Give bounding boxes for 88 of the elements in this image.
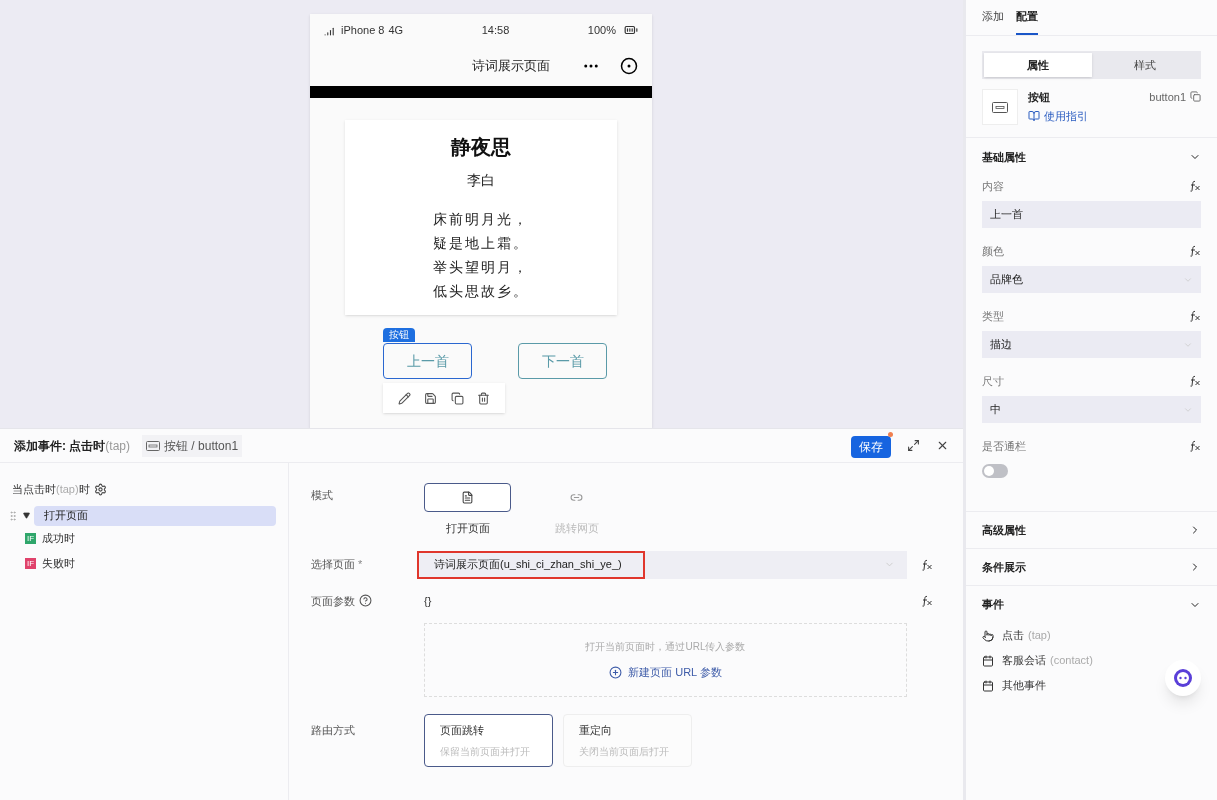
expand-caret-icon[interactable] [23, 512, 30, 519]
expand-icon[interactable] [907, 439, 920, 452]
section-header[interactable]: 事件 [982, 586, 1201, 623]
poem-line: 床前明月光， [433, 210, 529, 229]
component-id: button1 [1149, 90, 1186, 105]
section-header[interactable]: 条件展示 [966, 549, 1217, 586]
function-icon[interactable] [1189, 180, 1201, 192]
event-item[interactable]: 点击 (tap) [982, 623, 1051, 648]
function-icon[interactable] [1189, 440, 1201, 452]
tree-item[interactable]: 打开页面 [34, 505, 276, 526]
field-label: 路由方式 [311, 723, 356, 738]
panel-title: 添加事件: 点击时 [14, 437, 106, 455]
book-icon [1028, 109, 1040, 122]
save-button[interactable]: 保存 [851, 435, 891, 458]
select-field[interactable]: 描边 [982, 331, 1201, 358]
field-label: 内容 [982, 178, 1004, 194]
page-icon [461, 491, 474, 504]
component-name: 按钮 [1028, 90, 1051, 105]
page-title: 诗词展示页面 [472, 57, 550, 76]
condition-badge: IF [25, 557, 37, 569]
function-icon[interactable] [1189, 310, 1201, 322]
network-text: 4G [388, 22, 404, 38]
tree-item[interactable]: 失败时 [42, 554, 76, 572]
field-label: 模式 [311, 488, 334, 503]
battery-text: 100% [587, 22, 616, 38]
segment-tab[interactable]: 属性 [984, 53, 1092, 77]
copy-icon[interactable] [1190, 91, 1201, 102]
button-component-icon [146, 440, 161, 451]
toggle-switch[interactable] [982, 464, 1008, 478]
poem-line: 疑是地上霜。 [433, 234, 529, 253]
function-icon[interactable] [921, 558, 933, 571]
component-path: 按钮 / button1 [164, 437, 239, 455]
add-icon [609, 666, 623, 679]
poem-title: 静夜思 [451, 135, 511, 160]
selection-tag: 按钮 [383, 328, 415, 342]
add-param-button[interactable]: 新建页面 URL 参数 [609, 664, 722, 681]
mode-option[interactable] [424, 483, 511, 512]
settings-icon[interactable] [93, 482, 107, 496]
field-label: 选择页面 * [311, 557, 364, 573]
link-icon [570, 491, 583, 504]
field-label: 类型 [982, 308, 1004, 324]
function-icon[interactable] [921, 594, 933, 607]
field-label: 页面参数 [311, 593, 355, 609]
panel-title-hint: (tap) [105, 437, 131, 455]
clock-text: 14:58 [481, 22, 510, 38]
close-icon[interactable] [936, 439, 949, 452]
form-icon [982, 679, 994, 692]
form-icon [982, 654, 994, 667]
edit-icon[interactable] [397, 391, 411, 405]
poem-line: 低头思故乡。 [433, 282, 529, 301]
save-icon[interactable] [424, 391, 438, 405]
params-hint: 打开当前页面时，通过URL传入参数 [585, 640, 746, 655]
robot-icon [1172, 667, 1194, 689]
event-item[interactable]: 其他事件 [982, 673, 1046, 698]
record-icon[interactable] [620, 57, 638, 75]
guide-link[interactable]: 使用指引 [1028, 107, 1088, 124]
panel-tab[interactable]: 配置 [1016, 0, 1038, 35]
battery-icon [624, 23, 638, 37]
delete-icon[interactable] [477, 391, 491, 405]
field-label: 是否通栏 [982, 438, 1026, 454]
function-icon[interactable] [1189, 375, 1201, 387]
segment-tab[interactable]: 样式 [1091, 53, 1199, 77]
mode-label: 打开页面 [445, 521, 490, 536]
field-label: 尺寸 [982, 373, 1004, 389]
function-icon[interactable] [1189, 245, 1201, 257]
tree-item[interactable]: 成功时 [42, 529, 76, 547]
assistant-button[interactable] [1165, 660, 1201, 696]
section-header[interactable]: 高级属性 [966, 512, 1217, 549]
tap-icon [982, 629, 994, 642]
field-label: 颜色 [982, 243, 1004, 259]
poem-author: 李白 [467, 171, 495, 190]
selected-page: 诗词展示页面(u_shi_ci_zhan_shi_ye_) [417, 550, 645, 579]
condition-badge: IF [25, 532, 37, 544]
trigger-label: 当点击时(tap)时 [12, 482, 90, 497]
select-field[interactable]: 中 [982, 396, 1201, 423]
copy-icon[interactable] [450, 391, 464, 405]
carrier-text: iPhone 8 [341, 22, 385, 38]
text-field[interactable]: 上一首 [982, 201, 1201, 228]
select-field[interactable]: 品牌色 [982, 266, 1201, 293]
button-component-icon [992, 101, 1008, 113]
event-item[interactable]: 客服会话 (contact) [982, 648, 1093, 673]
drag-handle-icon[interactable] [7, 509, 19, 522]
section-header[interactable]: 基础属性 [982, 138, 1201, 176]
poem-line: 举头望明月， [433, 258, 529, 277]
params-value: {} [424, 593, 432, 609]
page-select[interactable]: 诗词展示页面(u_shi_ci_zhan_shi_ye_) [417, 550, 907, 579]
help-icon[interactable] [359, 594, 372, 608]
panel-tab[interactable]: 添加 [982, 0, 1004, 35]
